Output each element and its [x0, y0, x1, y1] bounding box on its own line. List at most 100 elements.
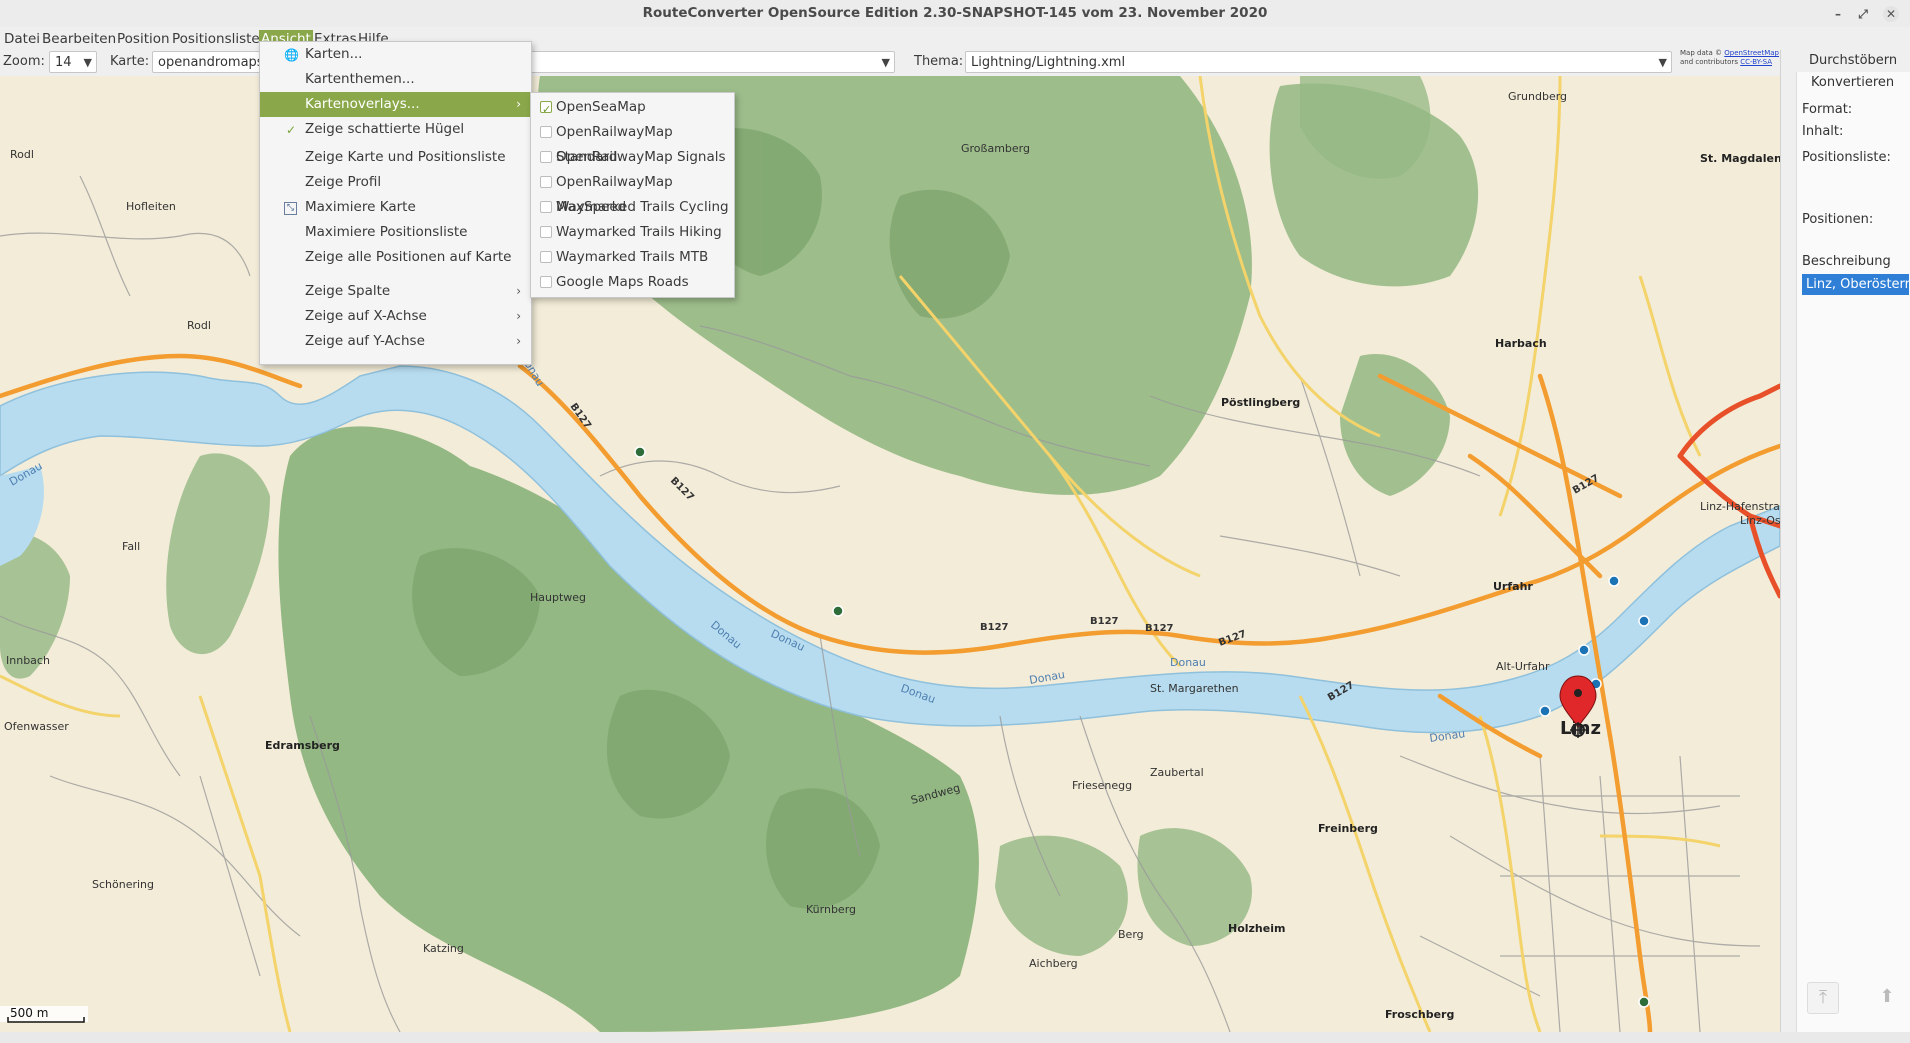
checkbox-icon[interactable]: [540, 251, 552, 263]
place-label: Friesenegg: [1072, 779, 1132, 792]
place-label: Linz-Hafenstraße: [1700, 500, 1780, 513]
overlay-trails-cycling[interactable]: Waymarked Trails Cycling: [531, 195, 734, 220]
place-label: Froschberg: [1385, 1008, 1454, 1021]
menu-item-label: Maximiere Positionsliste: [305, 224, 468, 240]
overlay-label: OpenSeaMap: [556, 99, 646, 115]
chevron-down-icon: ▼: [1658, 56, 1667, 69]
beschreibung-header[interactable]: Beschreibung: [1802, 254, 1891, 269]
overlay-label: Waymarked Trails MTB: [556, 249, 709, 265]
place-label: St. Margarethen: [1150, 682, 1239, 695]
place-label: Harbach: [1495, 337, 1547, 350]
position-row-selected[interactable]: Linz, Oberösterr: [1802, 274, 1909, 295]
menu-item-label: Zeige schattierte Hügel: [305, 121, 465, 137]
menu-bearbeiten[interactable]: Bearbeiten: [40, 30, 118, 48]
thema-select[interactable]: Lightning/Lightning.xml ▼: [965, 51, 1672, 73]
zoom-select[interactable]: 14 ▼: [49, 51, 97, 73]
overlay-trails-mtb[interactable]: Waymarked Trails MTB: [531, 245, 734, 270]
zoom-value: 14: [55, 55, 72, 70]
menu-item-zeige-spalte[interactable]: Zeige Spalte ›: [260, 279, 531, 304]
convert-panel: Konvertieren Format: Inhalt: Positionsli…: [1796, 72, 1910, 1032]
overlay-railway-signals[interactable]: OpenRailwayMap Signals: [531, 145, 734, 170]
menu-item-schattierte-huegel[interactable]: ✓ Zeige schattierte Hügel: [260, 117, 531, 142]
menu-item-x-achse[interactable]: Zeige auf X-Achse ›: [260, 304, 531, 329]
road-label: B127: [1090, 616, 1119, 627]
right-panel: Durchstöbern Konvertieren Format: Inhalt…: [1780, 50, 1910, 1032]
checkbox-checked-icon[interactable]: [540, 97, 552, 122]
overlay-railway-standard[interactable]: OpenRailwayMap Standard: [531, 120, 734, 165]
overlay-label: Waymarked Trails Hiking: [556, 224, 722, 240]
tab-durchstoebern[interactable]: Durchstöbern: [1809, 50, 1897, 72]
menu-item-label: Zeige alle Positionen auf Karte: [305, 249, 512, 265]
menu-item-kartenoverlays[interactable]: Kartenoverlays... ›: [260, 92, 531, 117]
place-label: Katzing: [423, 942, 464, 955]
menu-item-profil[interactable]: Zeige Profil: [260, 170, 531, 195]
overlay-railway-maxspeed[interactable]: OpenRailwayMap MaxSpeed: [531, 170, 734, 215]
menu-item-label: Zeige Karte und Positionsliste: [305, 149, 506, 165]
menu-item-maximiere-karte[interactable]: ⤡ Maximiere Karte: [260, 195, 531, 220]
place-label: Großamberg: [961, 142, 1030, 155]
attribution-text: Map data ©: [1680, 49, 1722, 57]
format-label: Format:: [1802, 102, 1853, 117]
menu-item-karten[interactable]: 🌐 Karten...: [260, 42, 531, 67]
thema-value: Lightning/Lightning.xml: [971, 55, 1126, 70]
status-bar: [0, 1032, 1910, 1043]
menu-item-label: Kartenthemen...: [305, 71, 415, 87]
chevron-down-icon: ▼: [83, 56, 92, 69]
overlay-trails-hiking[interactable]: Waymarked Trails Hiking: [531, 220, 734, 245]
place-label: Fall: [122, 540, 140, 553]
menu-item-label: Zeige auf X-Achse: [305, 308, 427, 324]
place-label: Rodl: [187, 319, 211, 332]
attribution-license-link[interactable]: CC-BY-SA: [1740, 58, 1772, 66]
place-label: Ofenwasser: [4, 720, 69, 733]
place-label: Edramsberg: [265, 739, 340, 752]
globe-icon: 🌐: [284, 48, 299, 62]
checkbox-icon[interactable]: [540, 151, 552, 163]
menu-item-label: Kartenoverlays...: [305, 96, 420, 112]
window-title: RouteConverter OpenSource Edition 2.30-S…: [642, 5, 1268, 21]
menu-position[interactable]: Position: [115, 30, 172, 48]
checkbox-icon[interactable]: [540, 276, 552, 288]
menu-item-label: Karten...: [305, 46, 363, 62]
attribution-osm-link[interactable]: OpenStreetMap: [1724, 49, 1779, 57]
menu-item-karte-positionsliste[interactable]: Zeige Karte und Positionsliste: [260, 145, 531, 170]
place-label: Rodl: [10, 148, 34, 161]
map-scale: 500 m: [0, 1006, 88, 1023]
place-label: Schönering: [92, 878, 154, 891]
overlay-label: Google Maps Roads: [556, 274, 689, 290]
overlay-openseamap[interactable]: OpenSeaMap: [531, 95, 734, 122]
inhalt-label: Inhalt:: [1802, 124, 1844, 139]
move-to-top-icon[interactable]: ⤒: [1807, 982, 1839, 1014]
menu-item-y-achse[interactable]: Zeige auf Y-Achse ›: [260, 329, 531, 354]
menu-item-kartenthemen[interactable]: Kartenthemen...: [260, 67, 531, 92]
menu-datei[interactable]: Datei: [2, 30, 42, 48]
checkbox-icon[interactable]: [540, 201, 552, 213]
checkbox-icon[interactable]: [540, 226, 552, 238]
ansicht-menu: 🌐 Karten... Kartenthemen... Kartenoverla…: [259, 41, 532, 365]
menu-item-label: Zeige Profil: [305, 174, 382, 190]
minimize-icon[interactable]: –: [1830, 6, 1846, 22]
menu-item-alle-positionen[interactable]: Zeige alle Positionen auf Karte: [260, 245, 531, 270]
road-label: B127: [1145, 623, 1174, 634]
attribution-text-2: and contributors: [1680, 58, 1738, 66]
road-label: B127: [980, 622, 1009, 633]
restore-icon[interactable]: ⤢: [1855, 6, 1871, 22]
place-label: Innbach: [6, 654, 50, 667]
overlay-google-roads[interactable]: Google Maps Roads: [531, 270, 734, 295]
menu-positionsliste[interactable]: Positionsliste: [170, 30, 262, 48]
checkbox-icon[interactable]: [540, 126, 552, 138]
place-label: Linz-Ost: [1740, 514, 1780, 527]
checkbox-icon[interactable]: [540, 176, 552, 188]
place-label: Hauptweg: [530, 591, 586, 604]
place-label: Kürnberg: [806, 903, 856, 916]
menu-item-label: Zeige auf Y-Achse: [305, 333, 425, 349]
menu-item-maximiere-positionsliste[interactable]: Maximiere Positionsliste: [260, 220, 531, 245]
tab-konvertieren[interactable]: Konvertieren: [1811, 72, 1894, 94]
move-up-icon[interactable]: ⬆: [1872, 982, 1902, 1012]
place-label: Hofleiten: [126, 200, 176, 213]
close-icon[interactable]: ✕: [1883, 6, 1899, 22]
chevron-right-icon: ›: [516, 284, 521, 298]
river-label: Donau: [1170, 656, 1206, 669]
chevron-right-icon: ›: [516, 309, 521, 323]
chevron-right-icon: ›: [516, 97, 521, 111]
place-label: Holzheim: [1228, 922, 1285, 935]
